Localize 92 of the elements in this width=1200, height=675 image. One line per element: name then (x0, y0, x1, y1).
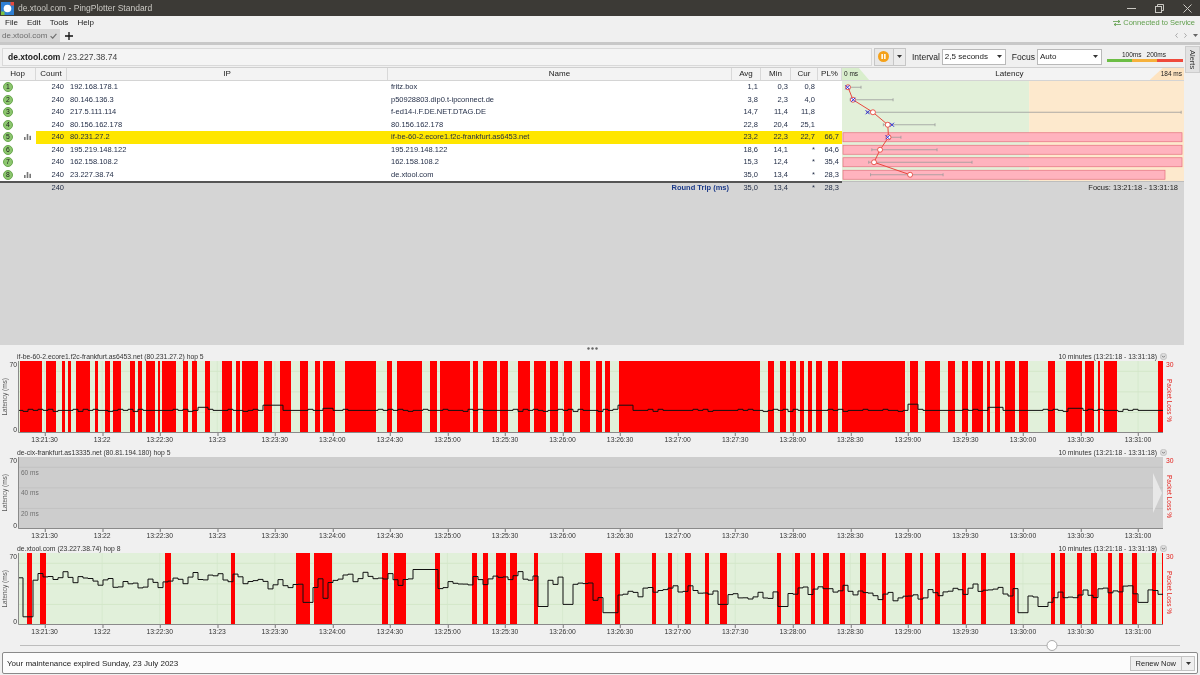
packet-loss-bar (472, 553, 477, 625)
document-tab[interactable]: de.xtool.com (0, 29, 61, 42)
packet-loss-bar (935, 553, 940, 625)
column-header: IP (67, 68, 388, 80)
drag-handle-icon[interactable] (586, 347, 598, 350)
packet-loss-bar (1091, 553, 1097, 625)
packet-loss-bar (823, 553, 829, 625)
chevron-down-icon[interactable] (1160, 449, 1167, 456)
focus-label: Focus (1011, 51, 1035, 62)
packet-loss-bar (920, 553, 923, 625)
packet-loss-bar (1152, 553, 1156, 625)
packet-loss-bar (795, 553, 800, 625)
packet-loss-bar (496, 553, 506, 625)
packet-loss-bar (1010, 553, 1015, 625)
caret-down-icon (996, 55, 1002, 58)
maintenance-message: Your maintenance expired Sunday, 23 July 2023 (7, 658, 179, 668)
packet-loss-bar (1077, 553, 1082, 625)
close-icon[interactable] (1183, 3, 1192, 13)
latency-marker (844, 84, 851, 91)
caret-down-icon[interactable] (1193, 34, 1198, 37)
packet-loss-bar (435, 553, 440, 625)
latency-marker (907, 171, 914, 178)
packet-loss-bar (394, 553, 406, 625)
latency-column-header: Latency (995, 68, 1024, 80)
packet-loss-bar (534, 553, 538, 625)
caret-down-icon (1185, 661, 1191, 665)
packet-loss-bar (1108, 553, 1112, 625)
packet-loss-bar (231, 553, 235, 625)
column-header: Name (388, 68, 732, 80)
column-header: Min (761, 68, 791, 80)
caret-down-icon (1093, 55, 1098, 58)
swap-arrows-icon (1113, 19, 1122, 26)
column-header: Count (36, 68, 67, 80)
packet-loss-bar (1060, 553, 1065, 625)
packet-loss-bar (840, 553, 845, 625)
menu-item[interactable]: Tools (49, 18, 69, 27)
packet-loss-bar (811, 553, 815, 625)
interval-label: Interval (911, 51, 940, 62)
arrow-icon (1153, 473, 1162, 513)
packet-loss-bar (27, 553, 32, 625)
menu-item[interactable]: Help (77, 18, 94, 27)
slider-thumb[interactable] (1046, 640, 1058, 651)
focus-select[interactable]: Auto (1037, 48, 1102, 65)
latency-range-bar (871, 147, 938, 152)
packet-loss-bar (962, 553, 966, 625)
packet-loss-bar (652, 553, 656, 625)
packet-loss-bar (585, 553, 602, 625)
latency-marker (871, 159, 877, 166)
packet-loss-bar (777, 553, 781, 625)
packet-loss-bar (905, 553, 912, 625)
latency-marker (850, 96, 856, 103)
packet-loss-bar (1132, 553, 1137, 625)
latency-marker (885, 134, 892, 141)
app-logo-icon (1, 1, 14, 15)
column-header: Hop (0, 68, 36, 80)
packet-loss-bar (685, 553, 691, 625)
packet-loss-bar (382, 553, 388, 625)
packet-loss-bar (1051, 553, 1055, 625)
latency-range-bar (882, 122, 936, 127)
renew-options-button[interactable] (1182, 655, 1195, 671)
packet-loss-bar (483, 553, 488, 625)
packet-loss-bar (1119, 553, 1123, 625)
pause-icon (878, 51, 890, 62)
menu-item[interactable]: Edit (26, 18, 41, 27)
chevron-down-icon[interactable] (1160, 353, 1167, 360)
column-header: Cur (791, 68, 818, 80)
caret-down-icon (896, 55, 902, 58)
restore-icon[interactable] (1155, 3, 1164, 13)
packet-loss-bar (981, 553, 986, 625)
packet-loss-bar (720, 553, 727, 625)
packet-loss-bar (314, 553, 332, 625)
plus-icon[interactable] (65, 31, 74, 40)
chevron-down-icon[interactable] (1160, 545, 1167, 552)
packet-loss-bar (705, 553, 709, 625)
packet-loss-bar (165, 553, 171, 625)
window-title: de.xtool.com - PingPlotter Standard (18, 3, 153, 13)
packet-loss-bar (296, 553, 310, 625)
check-icon (50, 32, 58, 39)
latency-marker (877, 146, 884, 153)
packet-loss-bar (860, 553, 866, 625)
packet-loss-bar (615, 553, 620, 625)
menu-item[interactable]: File (5, 18, 18, 27)
latency-marker (865, 109, 876, 116)
minimize-icon[interactable] (1127, 7, 1136, 9)
packet-loss-bar (40, 553, 46, 625)
column-header: Avg (732, 68, 761, 80)
packet-loss-bar (882, 553, 886, 625)
packet-loss-bar (668, 553, 672, 625)
packet-loss-bar (510, 553, 517, 625)
interval-select[interactable]: 2,5 seconds (941, 48, 1006, 65)
latency-marker (884, 121, 895, 128)
target-address-field[interactable]: de.xtool.com / 23.227.38.74 (2, 47, 872, 66)
